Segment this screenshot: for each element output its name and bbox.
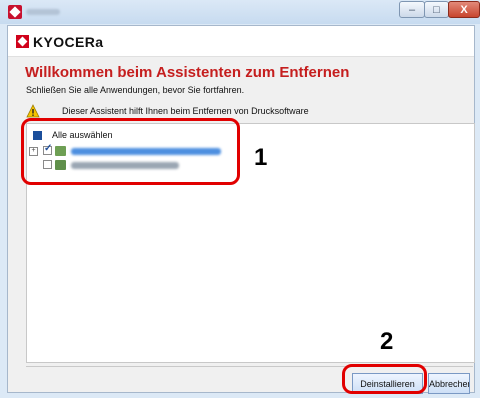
wizard-panel: KYOCERa Willkommen beim Assistenten zum …	[7, 25, 475, 394]
brand-logo-text: KYOCERa	[33, 34, 104, 50]
info-text: Dieser Assistent hilft Ihnen beim Entfer…	[62, 106, 309, 116]
brand-bar: KYOCERa	[8, 26, 474, 57]
highlight-box-list	[21, 118, 240, 185]
installer-window: – □ X KYOCERa Willkommen beim Assistente…	[0, 0, 480, 398]
title-bar[interactable]: – □ X	[0, 0, 480, 24]
minimize-button[interactable]: –	[399, 1, 425, 18]
step-1-label: 1	[254, 144, 268, 171]
kyocera-logo-icon	[16, 35, 29, 48]
highlight-box-uninstall	[342, 364, 427, 394]
kyocera-app-icon	[8, 5, 22, 19]
page-title: Willkommen beim Assistenten zum Entferne…	[25, 64, 350, 81]
window-title-blurred	[26, 9, 60, 15]
cancel-button[interactable]: Abbrechen	[428, 373, 470, 394]
close-button[interactable]: X	[448, 1, 480, 18]
maximize-button[interactable]: □	[424, 1, 449, 18]
warning-icon	[26, 104, 40, 118]
step-2-label: 2	[380, 328, 394, 355]
instruction-text: Schließen Sie alle Anwendungen, bevor Si…	[26, 85, 245, 95]
